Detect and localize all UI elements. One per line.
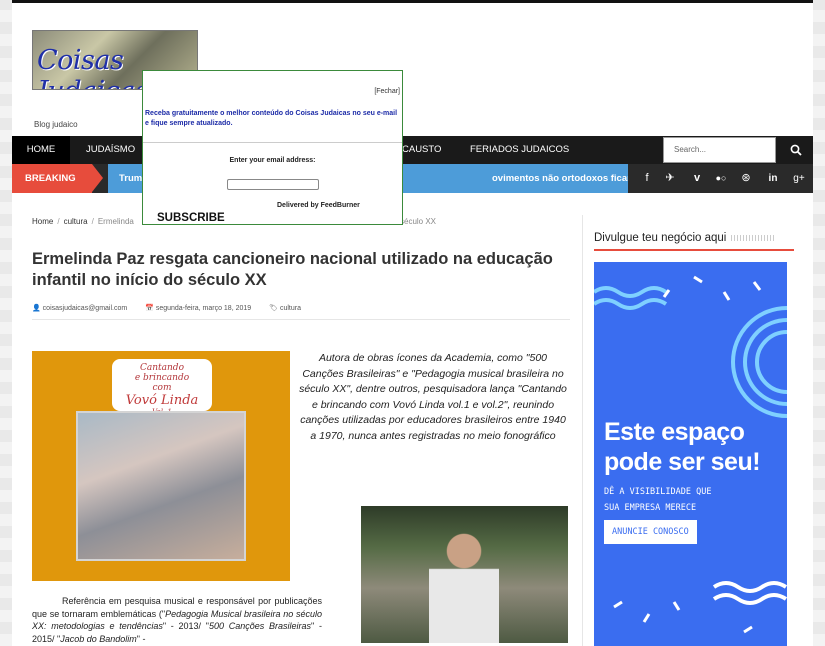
post-title: Ermelinda Paz resgata cancioneiro nacion… [32, 250, 553, 289]
nav-holocausto[interactable]: CAUSTO [402, 136, 441, 164]
search-icon [790, 144, 802, 156]
breadcrumb-current-tail: século XX [400, 217, 437, 226]
breadcrumb-category[interactable]: cultura [64, 217, 88, 226]
google-plus-icon[interactable]: g+ [788, 164, 810, 193]
ad-cta-button[interactable]: ANUNCIE CONOSCO [604, 520, 697, 544]
ticker-text-right[interactable]: ovimentos não ortodoxos ficam fora de en… [492, 164, 628, 193]
cover-title-label: Cantando e brincando com Vovó Linda Vol.… [112, 359, 212, 416]
popup-message: Receba gratuitamente o melhor conteúdo d… [145, 110, 398, 127]
author-figure [429, 528, 499, 643]
meta-divider [32, 319, 570, 320]
album-cover-image: Cantando e brincando com Vovó Linda Vol.… [32, 351, 290, 581]
feedburner-credit[interactable]: Delivered by FeedBurner [277, 202, 360, 209]
subscribe-button[interactable]: SUBSCRIBE [157, 212, 225, 224]
breadcrumb: Home / cultura / Ermelinda [32, 217, 134, 226]
site-tagline: Blog judaico [34, 120, 78, 129]
sidebar-ad-banner[interactable]: Este espaço pode ser seu! DÊ A VISIBILID… [594, 262, 787, 646]
breaking-label: BREAKING [12, 164, 92, 193]
post-author[interactable]: 👤 coisasjudaicas@gmail.com [32, 305, 135, 312]
post-category[interactable]: 🏷 cultura [269, 305, 309, 312]
ad-headline: Este espaço pode ser seu! [604, 418, 761, 476]
nav-judaismo[interactable]: JUDAÍSMO [86, 136, 135, 164]
main-nav: HOME JUDAÍSMO CAUSTO FERIADOS JUDAICOS S… [12, 136, 813, 164]
cover-artwork [76, 411, 246, 561]
sidebar-title-rule [594, 249, 794, 251]
linkedin-icon[interactable]: in [762, 164, 784, 193]
breaking-arrow [92, 164, 103, 192]
author-photo [361, 506, 568, 643]
breadcrumb-current: Ermelinda [97, 217, 134, 226]
breadcrumb-home[interactable]: Home [32, 217, 53, 226]
search-button[interactable] [778, 136, 813, 164]
post-meta: 👤 coisasjudaicas@gmail.com 📅 segunda-fei… [32, 304, 317, 312]
search-input[interactable]: Search... [663, 137, 776, 163]
post-intro: Autora de obras ícones da Academia, como… [299, 352, 567, 442]
vimeo-icon[interactable]: v [686, 164, 708, 193]
twitter-icon[interactable]: ✈ [659, 164, 681, 193]
nav-home[interactable]: HOME [12, 136, 70, 164]
sidebar-divider [582, 215, 583, 646]
facebook-icon[interactable]: f [636, 164, 658, 193]
dribbble-icon[interactable]: ⊛ [735, 164, 757, 193]
popup-close-link[interactable]: [Fechar] [374, 88, 400, 95]
post-body: Referência em pesquisa musical e respons… [32, 596, 322, 644]
breaking-news-bar: BREAKING Trum ovimentos não ortodoxos fi… [12, 164, 813, 193]
email-label: Enter your email address: [229, 157, 316, 164]
ad-subtext: DÊ A VISIBILIDADE QUE SUA EMPRESA MERECE [604, 487, 712, 513]
subscribe-popup: [Fechar] Receba gratuitamente o melhor c… [142, 70, 403, 225]
ticker-text-left[interactable]: Trum [119, 173, 142, 184]
nav-feriados-judaicos[interactable]: FERIADOS JUDAICOS [470, 136, 569, 164]
popup-divider [143, 142, 402, 143]
email-field[interactable] [227, 179, 319, 190]
flickr-icon[interactable]: ●○ [710, 164, 732, 193]
sidebar-widget-title: Divulgue teu negócio aqui [594, 232, 794, 244]
page: Coisas Judaicas Blog judaico HOME JUDAÍS… [12, 0, 813, 646]
post-date: 📅 segunda-feira, março 18, 2019 [145, 305, 252, 312]
